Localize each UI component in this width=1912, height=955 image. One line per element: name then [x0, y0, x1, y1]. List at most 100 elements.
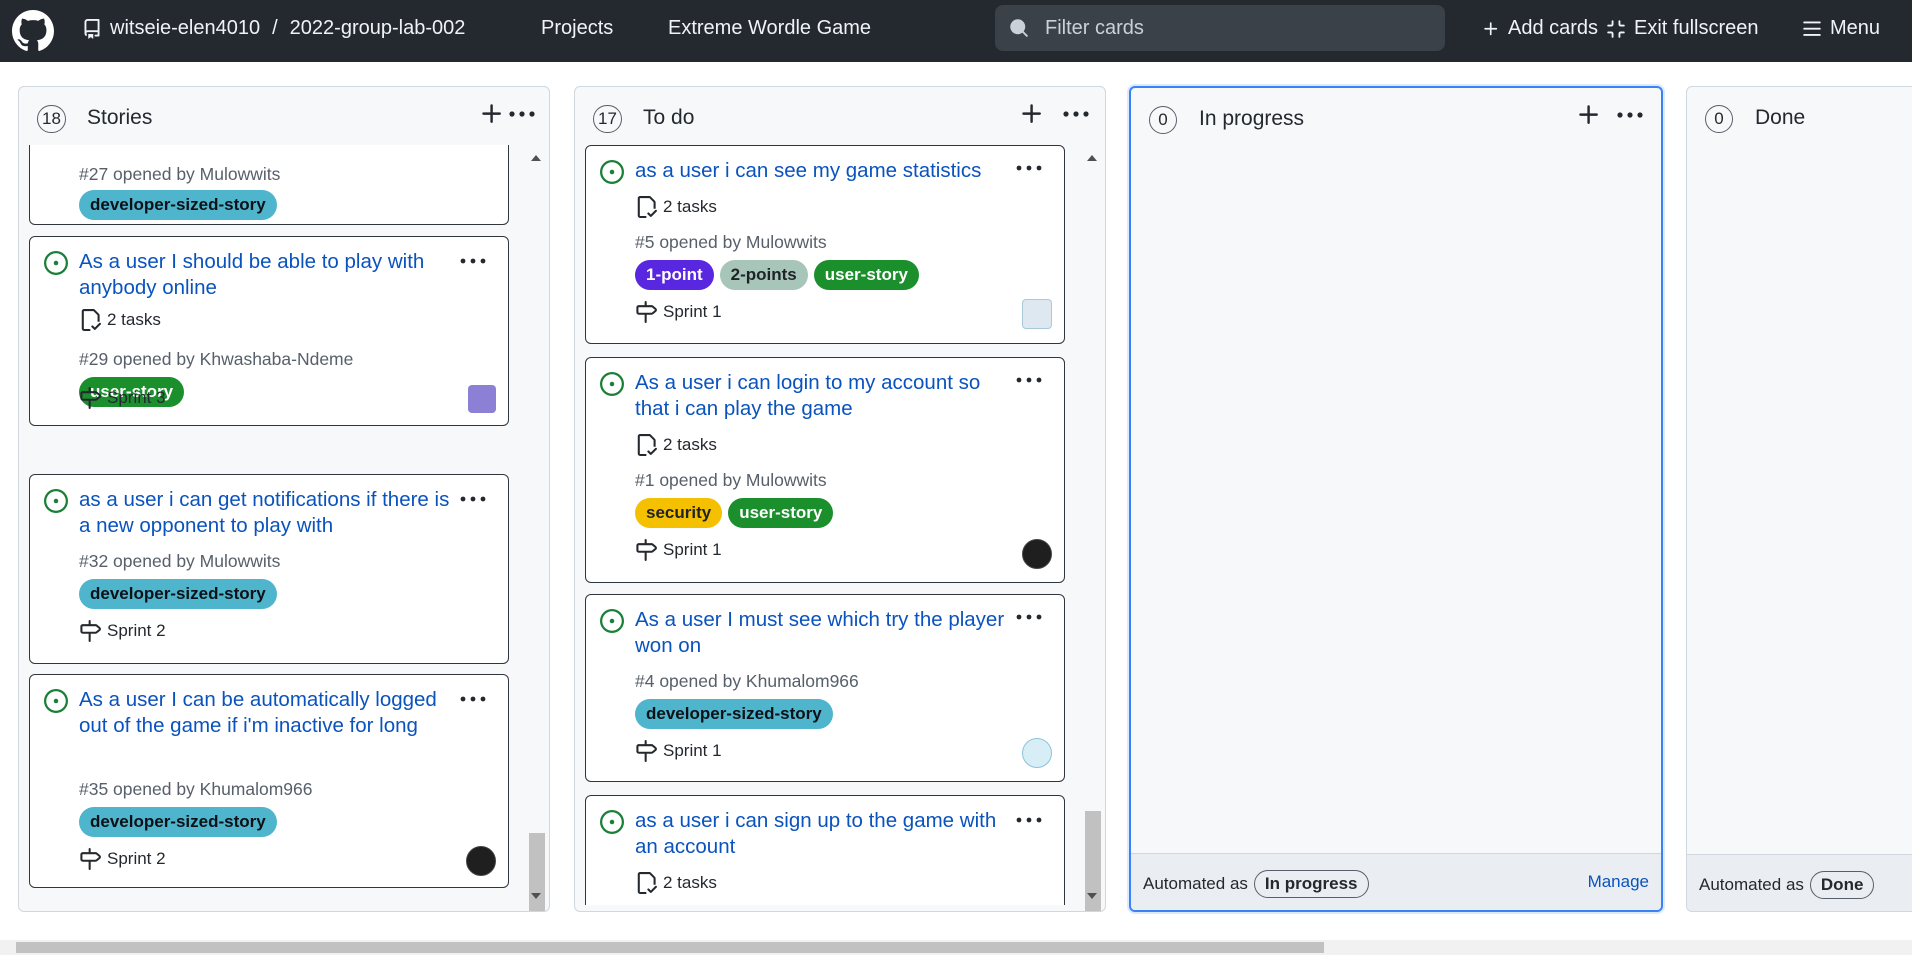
horizontal-scrollbar[interactable] [0, 940, 1912, 955]
issue-card[interactable]: As a user I must see which try the playe… [585, 594, 1065, 782]
scroll-up-arrow-icon[interactable] [1086, 153, 1098, 163]
label-badge[interactable]: 1-point [635, 260, 714, 290]
issue-card[interactable]: as a user i can get notifications if the… [29, 474, 509, 664]
github-logo-icon[interactable] [12, 10, 54, 52]
column-scrollbar[interactable] [525, 147, 547, 911]
card-milestone[interactable]: Sprint 1 [635, 301, 722, 323]
column-scrollbar[interactable] [1081, 147, 1103, 911]
manage-automation-link[interactable]: Manage [1588, 872, 1649, 892]
filter-cards-search[interactable] [995, 5, 1445, 51]
automation-preset-badge: Done [1809, 871, 1875, 899]
repo-owner-link[interactable]: witseie-elen4010 [110, 17, 260, 40]
card-menu-kebab-icon[interactable] [1014, 810, 1044, 830]
card-title-link[interactable]: As a user i can login to my account so t… [635, 370, 1015, 422]
issue-open-icon [44, 251, 68, 275]
card-milestone[interactable]: Sprint 2 [79, 620, 166, 642]
milestone-icon [636, 740, 657, 762]
menu-label: Menu [1830, 17, 1881, 39]
card-menu-kebab-icon[interactable] [1014, 370, 1044, 390]
avatar[interactable] [1022, 738, 1052, 768]
tasklist-icon [81, 309, 101, 331]
column-card-count: 18 [37, 105, 66, 133]
avatar[interactable] [1022, 539, 1052, 569]
label-badge[interactable]: user-story [728, 498, 834, 528]
repo-icon [84, 18, 100, 39]
add-card-plus-icon[interactable] [1019, 101, 1045, 127]
card-menu-kebab-icon[interactable] [458, 251, 488, 271]
add-cards-button[interactable]: Add cards [1482, 17, 1598, 40]
card-meta: #1 opened by Mulowwits [635, 470, 827, 490]
card-milestone[interactable]: Sprint 1 [635, 539, 722, 561]
exit-fullscreen-button[interactable]: Exit fullscreen [1606, 17, 1759, 40]
issue-card[interactable]: as a user i can sign up to the game with… [585, 795, 1065, 905]
card-menu-kebab-icon[interactable] [1014, 158, 1044, 178]
add-card-plus-icon[interactable] [479, 101, 505, 127]
column-menu-kebab-icon[interactable] [1615, 102, 1645, 128]
label-badge[interactable]: developer-sized-story [79, 190, 277, 220]
column-title: Stories [87, 106, 153, 129]
card-milestone[interactable]: Sprint 1 [635, 740, 722, 762]
card-menu-kebab-icon[interactable] [458, 689, 488, 709]
avatar[interactable] [468, 385, 496, 413]
automation-status: Automated as Done [1699, 871, 1875, 899]
label-badge[interactable]: developer-sized-story [635, 699, 833, 729]
card-milestone[interactable]: Sprint 2 [79, 848, 166, 870]
add-card-plus-icon[interactable] [1576, 102, 1602, 128]
milestone-text: Sprint 2 [107, 849, 166, 868]
card-tasks: 2 tasks [635, 872, 717, 894]
issue-card[interactable]: as a user i can see my game statistics 2… [585, 145, 1065, 344]
milestone-text: Sprint 1 [663, 302, 722, 321]
card-tasks-text: 2 tasks [663, 197, 717, 216]
label-badge[interactable]: developer-sized-story [79, 579, 277, 609]
card-tasks-text: 2 tasks [107, 310, 161, 329]
column-menu-kebab-icon[interactable] [1061, 101, 1091, 127]
label-badge[interactable]: developer-sized-story [79, 807, 277, 837]
card-title-link[interactable]: as a user i can get notifications if the… [79, 487, 459, 539]
issue-card[interactable]: As a user I should be able to play with … [29, 236, 509, 426]
menu-button[interactable]: Menu [1802, 17, 1880, 40]
avatar[interactable] [1022, 299, 1052, 329]
column-menu-kebab-icon[interactable] [507, 101, 537, 127]
horizontal-scrollbar-thumb[interactable] [16, 942, 1324, 953]
issue-open-icon [44, 689, 68, 713]
card-title-link[interactable]: as a user i can see my game statistics [635, 158, 1015, 184]
milestone-text: Sprint 1 [663, 741, 722, 760]
project-board: 18 Stories #27 opened by Mulowwits devel… [0, 62, 1912, 940]
card-meta: #32 opened by Mulowwits [79, 551, 281, 571]
project-name-link[interactable]: Extreme Wordle Game [668, 17, 871, 40]
card-labels: developer-sized-story [79, 579, 277, 609]
card-title-link[interactable]: as a user i can sign up to the game with… [635, 808, 1015, 860]
column-stories: 18 Stories #27 opened by Mulowwits devel… [18, 86, 550, 912]
card-title-link[interactable]: As a user I should be able to play with … [79, 249, 459, 301]
automation-footer: Automated as Done [1687, 854, 1912, 911]
repo-name-link[interactable]: 2022-group-lab-002 [290, 17, 466, 40]
milestone-icon [636, 539, 657, 561]
card-labels: developer-sized-story [635, 699, 833, 729]
label-badge[interactable]: security [635, 498, 723, 528]
avatar[interactable] [466, 846, 496, 876]
top-bar: witseie-elen4010 / 2022-group-lab-002 Pr… [0, 0, 1912, 62]
filter-cards-input[interactable] [1043, 15, 1427, 41]
column-in-progress: 0 In progress Automated as In progress M… [1129, 86, 1663, 912]
issue-card[interactable]: As a user i can login to my account so t… [585, 357, 1065, 583]
scroll-down-arrow-icon[interactable] [530, 891, 542, 901]
card-tasks-text: 2 tasks [663, 873, 717, 892]
scroll-down-arrow-icon[interactable] [1086, 891, 1098, 901]
issue-card[interactable]: #27 opened by Mulowwits developer-sized-… [29, 145, 509, 225]
column-title: In progress [1199, 107, 1305, 130]
card-meta: #27 opened by Mulowwits [79, 164, 281, 184]
column-cards: #27 opened by Mulowwits developer-sized-… [29, 145, 513, 905]
column-header: 0 In progress [1131, 88, 1661, 150]
card-title-link[interactable]: As a user I can be automatically logged … [79, 687, 449, 739]
scroll-up-arrow-icon[interactable] [530, 153, 542, 163]
label-badge[interactable]: 2-points [719, 260, 808, 290]
issue-card[interactable]: As a user I can be automatically logged … [29, 674, 509, 888]
automation-footer: Automated as In progress Manage [1131, 853, 1661, 910]
card-menu-kebab-icon[interactable] [1014, 607, 1044, 627]
card-milestone[interactable]: Sprint 3 [79, 387, 166, 409]
card-tasks: 2 tasks [635, 196, 717, 218]
projects-link[interactable]: Projects [541, 17, 613, 40]
card-title-link[interactable]: As a user I must see which try the playe… [635, 607, 1015, 659]
label-badge[interactable]: user-story [813, 260, 919, 290]
card-menu-kebab-icon[interactable] [458, 489, 488, 509]
